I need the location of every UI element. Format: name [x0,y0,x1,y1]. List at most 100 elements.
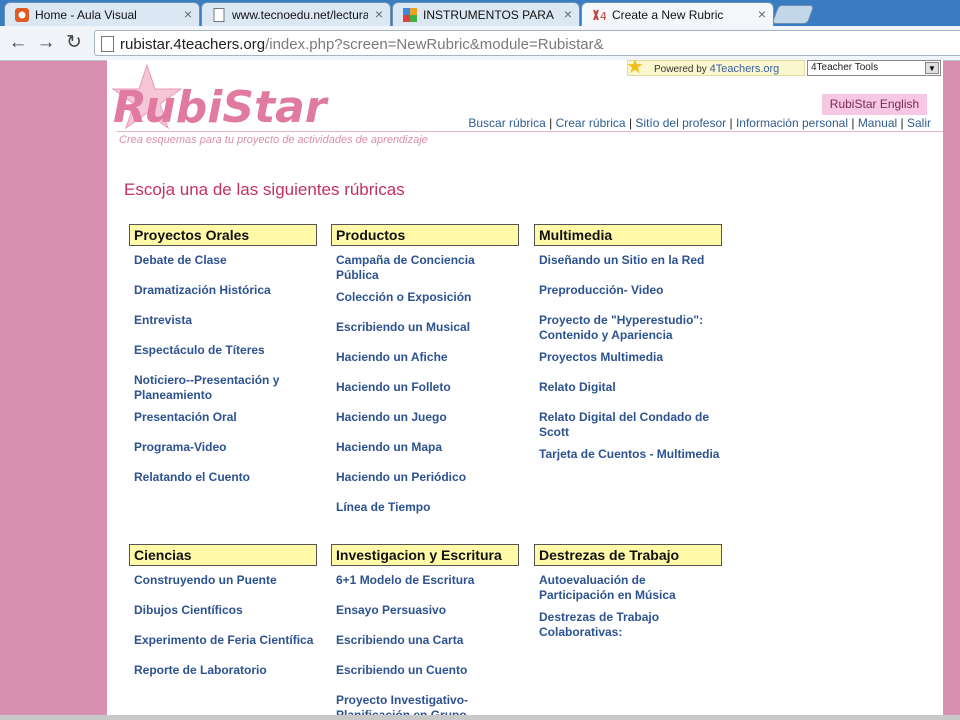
category-destrezas-trabajo: Destrezas de Trabajo Autoevaluación de P… [534,544,722,640]
category-header: Destrezas de Trabajo [534,544,722,566]
rubric-link[interactable]: Relato Digital [539,373,722,403]
tab-instrumentos[interactable]: INSTRUMENTOS PARA LE × [392,2,580,26]
close-tab-icon[interactable]: × [375,6,383,22]
address-bar[interactable]: rubistar.4teachers.org/index.php?screen=… [94,30,960,56]
category-header: Investigacion y Escritura [331,544,519,566]
url-text: rubistar.4teachers.org/index.php?screen=… [120,36,604,53]
rubric-link[interactable]: Espectáculo de Títeres [134,336,317,366]
rubric-link[interactable]: Debate de Clase [134,246,317,276]
rubric-link[interactable]: Línea de Tiempo [336,493,519,523]
header-divider [117,131,943,132]
category-productos: Productos Campaña de Conciencia Pública … [331,224,519,523]
close-tab-icon[interactable]: × [564,6,572,22]
rubric-link[interactable]: Escribiendo una Carta [336,626,519,656]
close-tab-icon[interactable]: × [184,6,192,22]
category-header: Multimedia [534,224,722,246]
rubric-link[interactable]: Relatando el Cuento [134,463,317,493]
svg-text:4: 4 [600,10,606,22]
reload-icon[interactable]: ↻ [62,32,86,54]
powered-by-banner[interactable]: ★ Powered by 4Teachers.org [626,60,805,78]
rubric-link[interactable]: Autoevaluación de Participación en Músic… [539,566,722,603]
nav-manual[interactable]: Manual [858,116,897,130]
nav-buscar-rubrica[interactable]: Buscar rúbrica [468,116,545,130]
rubric-link[interactable]: Ensayo Persuasivo [336,596,519,626]
rubric-link[interactable]: Proyecto de "Hyperestudio": Contenido y … [539,306,722,343]
star-icon: ★ [626,60,644,78]
teacher-tools-select[interactable]: 4Teacher Tools ▼ [807,60,941,76]
page-favicon-icon [213,8,225,22]
rubric-link[interactable]: 6+1 Modelo de Escritura [336,566,519,596]
category-header: Ciencias [129,544,317,566]
rubric-link[interactable]: Dramatización Histórica [134,276,317,306]
tab-strip: Home - Aula Visual × www.tecnoedu.net/le… [0,0,960,26]
nav-sitio-profesor[interactable]: Sitío del profesor [635,116,726,130]
category-header: Productos [331,224,519,246]
rubric-link[interactable]: Experimento de Feria Científica [134,626,317,656]
rubric-link[interactable]: Reporte de Laboratorio [134,656,317,686]
rubric-link[interactable]: Programa-Video [134,433,317,463]
rubric-link[interactable]: Haciendo un Folleto [336,373,519,403]
rubric-link[interactable]: Diseñando un Sitio en la Red [539,246,722,276]
window-bottom-edge [0,715,960,720]
4teachers-favicon-icon: 4 [593,9,606,22]
tab-title: www.tecnoedu.net/lectura [232,8,368,22]
rubric-link[interactable]: Noticiero--Presentación y Planeamiento [134,366,317,403]
rubric-link-list: Debate de Clase Dramatización Histórica … [129,246,317,493]
rubric-link-list: Diseñando un Sitio en la Red Preproducci… [534,246,722,470]
rubric-link[interactable]: Entrevista [134,306,317,336]
tab-title: INSTRUMENTOS PARA LE [423,8,557,22]
tab-home-aula-visual[interactable]: Home - Aula Visual × [4,2,200,26]
colorful-favicon-icon [403,8,417,22]
category-proyectos-orales: Proyectos Orales Debate de Clase Dramati… [129,224,317,493]
rubric-link[interactable]: Dibujos Científicos [134,596,317,626]
powered-by-brand: 4Teachers.org [709,63,780,75]
page-icon [101,36,114,52]
rubric-link[interactable]: Presentación Oral [134,403,317,433]
back-arrow-icon[interactable]: ← [6,32,30,54]
page-title: Escoja una de las siguientes rúbricas [124,180,405,199]
rubric-link-list: Construyendo un Puente Dibujos Científic… [129,566,317,686]
top-navigation: Buscar rúbrica | Crear rúbrica | Sitío d… [468,116,931,130]
category-multimedia: Multimedia Diseñando un Sitio en la Red … [534,224,722,470]
tab-create-new-rubric[interactable]: 4 Create a New Rubric × [581,2,774,26]
rubric-link[interactable]: Construyendo un Puente [134,566,317,596]
rubric-link[interactable]: Relato Digital del Condado de Scott [539,403,722,440]
tab-title: Create a New Rubric [612,8,724,22]
rubric-link[interactable]: Tarjeta de Cuentos - Multimedia [539,440,722,470]
rubistar-page: RubiStar Crea esquemas para tu proyecto … [107,60,943,715]
rubric-link[interactable]: Destrezas de Trabajo Colaborativas: [539,603,722,640]
rubric-link[interactable]: Haciendo un Juego [336,403,519,433]
chevron-down-icon[interactable]: ▼ [925,62,939,74]
tab-title: Home - Aula Visual [35,8,137,22]
rubric-link[interactable]: Proyectos Multimedia [539,343,722,373]
aula-visual-favicon-icon [15,8,29,22]
teacher-tools-value: 4Teacher Tools [811,62,879,73]
rubric-link[interactable]: Colección o Exposición [336,283,519,313]
category-header: Proyectos Orales [129,224,317,246]
category-investigacion-escritura: Investigacion y Escritura 6+1 Modelo de … [331,544,519,715]
new-tab-button[interactable] [771,5,815,24]
rubric-link[interactable]: Haciendo un Mapa [336,433,519,463]
rubric-link-list: Campaña de Conciencia Pública Colección … [331,246,519,523]
rubric-link[interactable]: Escribiendo un Cuento [336,656,519,686]
rubric-link-list: 6+1 Modelo de Escritura Ensayo Persuasiv… [331,566,519,715]
rubistar-logo[interactable]: RubiStar [107,62,337,134]
rubric-link[interactable]: Campaña de Conciencia Pública [336,246,519,283]
browser-toolbar: ← → ↻ rubistar.4teachers.org/index.php?s… [0,26,960,61]
rubistar-english-button[interactable]: RubiStar English [822,94,927,115]
svg-text:RubiStar: RubiStar [113,82,329,133]
category-ciencias: Ciencias Construyendo un Puente Dibujos … [129,544,317,686]
rubric-link[interactable]: Escribiendo un Musical [336,313,519,343]
rubric-link[interactable]: Haciendo un Afiche [336,343,519,373]
rubric-link[interactable]: Proyecto Investigativo- Planificación en… [336,686,519,715]
forward-arrow-icon[interactable]: → [34,32,58,54]
nav-salir[interactable]: Salir [907,116,931,130]
rubric-link[interactable]: Preproducción- Video [539,276,722,306]
rubric-link-list: Autoevaluación de Participación en Músic… [534,566,722,640]
rubric-link[interactable]: Haciendo un Periódico [336,463,519,493]
nav-informacion-personal[interactable]: Información personal [736,116,848,130]
nav-crear-rubrica[interactable]: Crear rúbrica [556,116,626,130]
tagline: Crea esquemas para tu proyecto de activi… [119,134,428,146]
tab-tecnoedu[interactable]: www.tecnoedu.net/lectura × [201,2,391,26]
close-tab-icon[interactable]: × [758,6,766,22]
